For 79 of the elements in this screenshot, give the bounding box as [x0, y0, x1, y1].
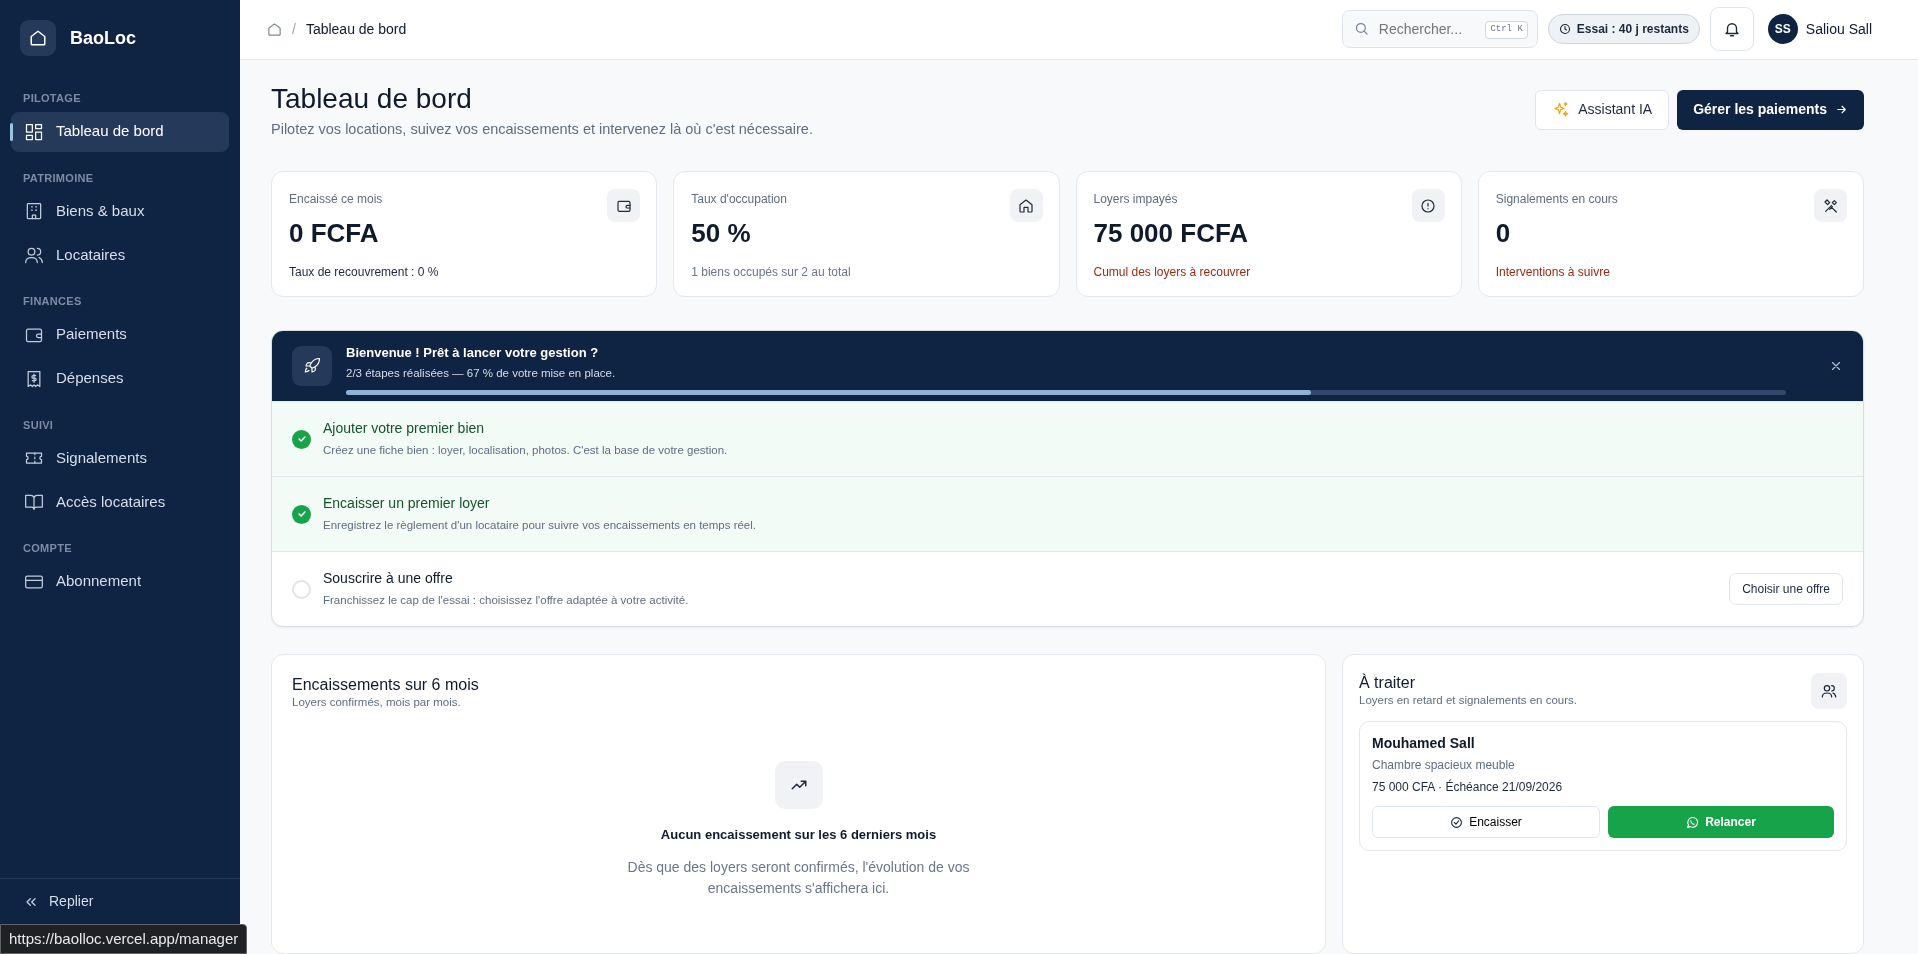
bell-icon	[1722, 20, 1741, 39]
offer-button[interactable]: Choisir une offre	[1729, 573, 1843, 605]
close-button[interactable]	[1829, 359, 1843, 373]
stat-label: Taux d'occupation	[691, 191, 787, 208]
grid-icon	[24, 121, 44, 142]
alert-icon	[1411, 189, 1445, 222]
sparkle-icon	[1552, 100, 1571, 119]
step-title: Encaisser un premier loyer	[323, 494, 491, 514]
sidebar-item[interactable]: Accès locataires	[11, 482, 229, 522]
stat-note: Taux de recouvrement : 0 %	[289, 264, 439, 281]
check-icon	[296, 434, 307, 444]
url-tooltip: https://baolloc.vercel.app/manager	[0, 923, 248, 954]
collect-button[interactable]: Encaisser	[1372, 806, 1600, 839]
section-label: PATRIMOINE	[22, 170, 95, 186]
users-icon	[1811, 673, 1847, 709]
section-label: PILOTAGE	[22, 91, 82, 106]
sidebar-item[interactable]: Biens & baux	[11, 191, 229, 231]
step-title: Ajouter votre premier bien	[323, 419, 486, 439]
stat-value: 0 FCFA	[289, 217, 379, 250]
sidebar-item[interactable]: Locataires	[11, 235, 229, 275]
rocket-icon	[292, 346, 332, 386]
book-icon	[24, 492, 44, 512]
stat-note: 1 biens occupés sur 2 au total	[691, 264, 851, 281]
trend-icon	[774, 761, 823, 810]
stat-value: 0	[1495, 217, 1511, 250]
stat-label: Signalements en cours	[1495, 191, 1618, 208]
check-icon	[296, 509, 307, 519]
card-subtitle: Loyers confirmés, mois par mois.	[292, 695, 462, 711]
section-label: COMPTE	[22, 541, 73, 556]
empty-text: Dès que des loyers seront confirmés, l'évolution de vos encaissements s'affichera ici.	[626, 857, 971, 898]
sidebar-item[interactable]: Tableau de bord	[11, 111, 229, 152]
section-label: SUIVI	[22, 417, 55, 433]
search-icon	[1353, 21, 1369, 37]
users-icon	[24, 245, 44, 265]
section-label: FINANCES	[22, 294, 83, 309]
card-title: À traiter	[1359, 673, 1416, 693]
due-detail: 75 000 CFA · Échéance 21/09/2026	[1372, 778, 1563, 797]
chat-bubble-icon	[1686, 815, 1700, 829]
card-subtitle: Loyers en retard et signalements en cours.	[1359, 693, 1577, 709]
card-title: Encaissements sur 6 mois	[292, 675, 480, 695]
breadcrumb-current: Tableau de bord	[305, 19, 407, 39]
assistant-button[interactable]: Assistant IA	[1535, 89, 1670, 130]
stat-note: Cumul des loyers à recouvrer	[1093, 264, 1251, 281]
sidebar-item[interactable]: Abonnement	[11, 561, 229, 602]
step-description: Créez une fiche bien : loyer, localisation, photos. C'est la base de votre gestion.	[323, 443, 729, 459]
step-description: Franchissez le cap de l'essai : choisissez l'offre adaptée à votre activité.	[323, 593, 690, 609]
step-description: Enregistrez le règlement d'un locataire pour suivre vos encaissements en temps réel.	[323, 518, 758, 534]
primary-button[interactable]: Gérer les paiements	[1677, 89, 1864, 130]
stat-note: Interventions à suivre	[1495, 264, 1610, 281]
breadcrumb-separator: /	[292, 19, 296, 39]
sidebar-item[interactable]: Dépenses	[11, 358, 229, 399]
shortcut-hint: Ctrl K	[1485, 21, 1528, 39]
tools-icon	[1814, 189, 1847, 222]
house-icon	[1009, 189, 1043, 222]
building-icon	[24, 201, 44, 221]
user-avatar[interactable]: SS	[1767, 14, 1798, 45]
welcome-title: Bienvenue ! Prêt à lancer votre gestion ?	[346, 344, 599, 363]
brand-name: BaoLoc	[70, 26, 136, 50]
page-subtitle: Pilotez vos locations, suivez vos encaissements et intervenez là où c'est nécessaire.	[271, 120, 813, 140]
progress-text: 2/3 étapes réalisées — 67 % de votre mise en place.	[346, 365, 616, 381]
sidebar-item[interactable]: Signalements	[11, 438, 229, 478]
wallet-icon	[607, 189, 641, 222]
notifications-button[interactable]	[1709, 7, 1754, 52]
stat-label: Loyers impayés	[1093, 191, 1178, 208]
stat-label: Encaissé ce mois	[289, 191, 383, 208]
home-icon	[267, 21, 282, 37]
collapse-button[interactable]: Replier	[11, 887, 106, 916]
user-name: Saliou Sall	[1805, 19, 1872, 39]
property-name: Chambre spacieux meuble	[1372, 757, 1515, 775]
page-title: Tableau de bord	[271, 81, 473, 116]
check-circle-icon	[1450, 815, 1464, 829]
stat-value: 50 %	[691, 217, 751, 250]
empty-title: Aucun encaissement sur les 6 derniers mois	[660, 826, 937, 845]
trial-badge: Essai : 40 j restants	[1547, 14, 1700, 45]
sidebar-item[interactable]: Paiements	[11, 314, 229, 355]
step-title: Souscrire à une offre	[323, 569, 454, 589]
logo-icon	[20, 20, 56, 56]
tenant-name: Mouhamed Sall	[1372, 734, 1475, 754]
stat-value: 75 000 FCFA	[1093, 217, 1249, 250]
